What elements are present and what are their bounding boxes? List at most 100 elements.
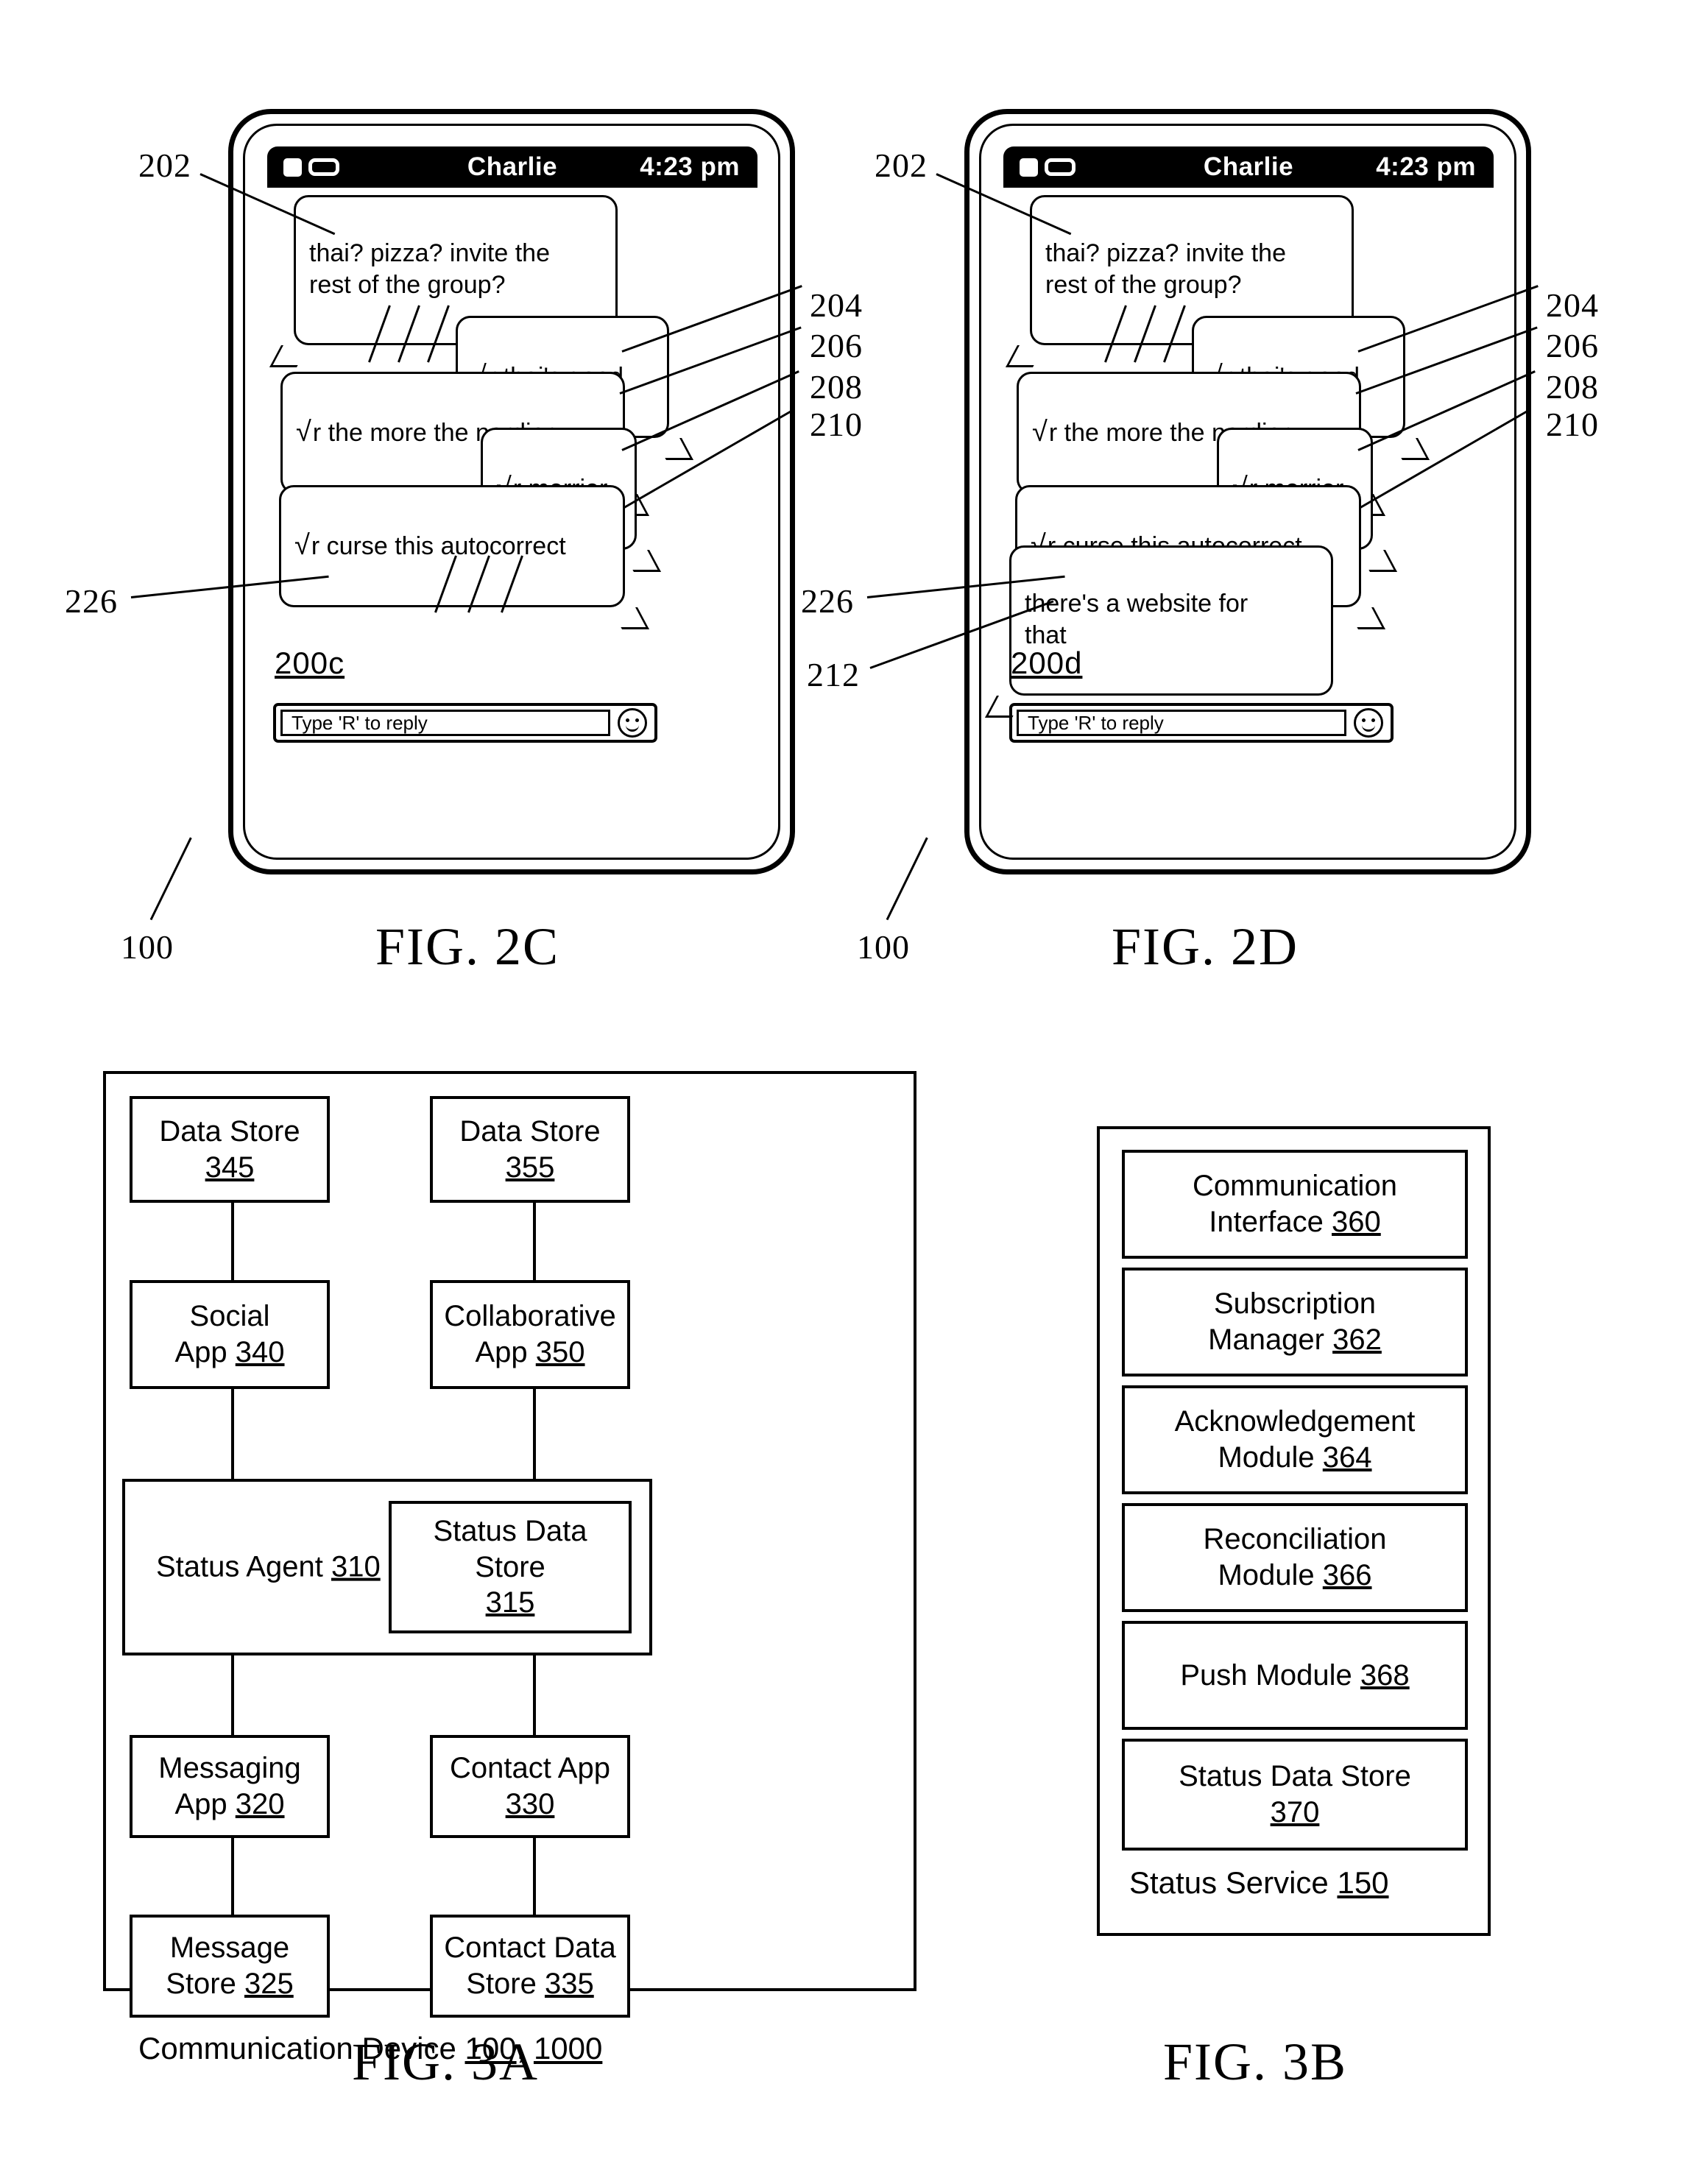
chat-thread-2d[interactable]: thai? pizza? invite the rest of the grou… bbox=[1003, 188, 1494, 831]
connector-350-310 bbox=[533, 1387, 536, 1479]
block-title: Reconciliation bbox=[1203, 1523, 1387, 1556]
status-bar-2c: Charlie 4:23 pm bbox=[267, 146, 757, 188]
ref-226-2d: 226 bbox=[801, 582, 854, 620]
block-ref: 345 bbox=[205, 1151, 255, 1184]
block-title: Contact Data bbox=[444, 1932, 616, 1965]
smiley-mouth bbox=[1362, 723, 1375, 732]
block-ref: App 350 bbox=[475, 1336, 585, 1368]
ref-210-2d: 210 bbox=[1546, 406, 1599, 443]
ref-212-2d: 212 bbox=[807, 656, 860, 693]
ref-202-2c: 202 bbox=[138, 146, 191, 184]
message-text: r curse this autocorrect bbox=[311, 531, 566, 560]
phone-screen-2c: Charlie 4:23 pm thai? pizza? invite the … bbox=[267, 146, 757, 831]
label-ref-1000: 1000 bbox=[533, 2031, 603, 2065]
ref-208-2c: 208 bbox=[810, 368, 863, 406]
block-ref: Store 335 bbox=[466, 1968, 594, 2000]
block-reconciliation-module-366[interactable]: Reconciliation Module 366 bbox=[1122, 1503, 1468, 1612]
block-title: Subscription bbox=[1213, 1287, 1377, 1321]
block-title: Contact App bbox=[450, 1752, 610, 1785]
ref-100-2d: 100 bbox=[857, 928, 910, 966]
block-title: Messaging bbox=[158, 1752, 301, 1785]
block-title: Push Module 368 bbox=[1180, 1658, 1410, 1692]
status-bar-2d: Charlie 4:23 pm bbox=[1003, 146, 1494, 188]
ref-204-2c: 204 bbox=[810, 286, 863, 324]
block-ref: Manager 362 bbox=[1208, 1324, 1382, 1356]
smiley-eye-right bbox=[635, 718, 639, 722]
block-status-data-store-370[interactable]: Status Data Store 370 bbox=[1122, 1739, 1468, 1851]
block-collaborative-app-350[interactable]: Collaborative App 350 bbox=[430, 1280, 630, 1389]
leader-line-100-2c bbox=[149, 837, 192, 921]
reply-input-2c[interactable]: Type 'R' to reply bbox=[280, 710, 610, 736]
block-title: Status Data Store bbox=[433, 1514, 587, 1583]
block-message-store-325[interactable]: Message Store 325 bbox=[130, 1915, 330, 2018]
communication-device-container-3a: Data Store 345 Data Store 355 Social App… bbox=[103, 1071, 916, 2065]
ref-208-2d: 208 bbox=[1546, 368, 1599, 406]
smiley-eye-left bbox=[1362, 718, 1366, 722]
clock-2d: 4:23 pm bbox=[1376, 152, 1476, 181]
block-social-app-340[interactable]: Social App 340 bbox=[130, 1280, 330, 1389]
connector-320-325 bbox=[231, 1836, 234, 1917]
block-ref: Module 366 bbox=[1218, 1559, 1372, 1591]
figure-caption-2c: FIG. 2C bbox=[375, 917, 560, 976]
ref-206-2c: 206 bbox=[810, 327, 863, 364]
message-bubble-210-2c[interactable]: √r curse this autocorrect bbox=[279, 485, 625, 607]
block-title: Status Data Store bbox=[1179, 1760, 1411, 1793]
status-agent-label: Status Agent 310 bbox=[156, 1550, 381, 1583]
screen-identifier-200c: 200c bbox=[275, 646, 345, 680]
block-ref: App 320 bbox=[174, 1788, 285, 1820]
block-title: Communication bbox=[1193, 1170, 1397, 1203]
reply-bar-2d[interactable]: Type 'R' to reply bbox=[1009, 703, 1394, 743]
block-contact-app-330[interactable]: Contact App 330 bbox=[430, 1735, 630, 1838]
block-ref: Module 364 bbox=[1218, 1441, 1372, 1474]
block-subscription-manager-362[interactable]: Subscription Manager 362 bbox=[1122, 1268, 1468, 1377]
block-title: Data Store bbox=[459, 1114, 601, 1148]
smiley-eye-right bbox=[1371, 718, 1375, 722]
block-title: Message bbox=[169, 1932, 290, 1965]
block-contact-data-store-335[interactable]: Contact Data Store 335 bbox=[430, 1915, 630, 2018]
block-acknowledgement-module-364[interactable]: Acknowledgement Module 364 bbox=[1122, 1385, 1468, 1494]
connector-310-320 bbox=[231, 1655, 234, 1736]
reply-input-2d[interactable]: Type 'R' to reply bbox=[1017, 710, 1346, 736]
ref-100-2c: 100 bbox=[121, 928, 174, 966]
smiley-eye-left bbox=[626, 718, 629, 722]
block-ref: App 340 bbox=[174, 1336, 285, 1368]
connector-330-335 bbox=[533, 1836, 536, 1917]
message-text: thai? pizza? invite the rest of the grou… bbox=[1045, 238, 1286, 300]
smiley-icon[interactable] bbox=[618, 708, 647, 738]
clock-2c: 4:23 pm bbox=[640, 152, 740, 181]
block-communication-interface-360[interactable]: Communication Interface 360 bbox=[1122, 1150, 1468, 1259]
label-text: Status Service bbox=[1129, 1865, 1338, 1900]
phone-screen-2d: Charlie 4:23 pm thai? pizza? invite the … bbox=[1003, 146, 1494, 831]
block-title: Acknowledgement bbox=[1174, 1405, 1416, 1438]
message-text: thai? pizza? invite the rest of the grou… bbox=[309, 238, 550, 300]
block-data-store-355[interactable]: Data Store 355 bbox=[430, 1096, 630, 1203]
block-status-agent-310[interactable]: Status Agent 310 Status Data Store 315 bbox=[122, 1479, 652, 1655]
ref-210-2c: 210 bbox=[810, 406, 863, 443]
status-service-label-3b: Status Service 150 bbox=[1129, 1865, 1389, 1901]
reply-bar-2c[interactable]: Type 'R' to reply bbox=[273, 703, 657, 743]
block-title: Collaborative bbox=[444, 1300, 616, 1333]
ref-202-2d: 202 bbox=[875, 146, 928, 184]
connector-340-310 bbox=[231, 1387, 234, 1479]
block-push-module-368[interactable]: Push Module 368 bbox=[1122, 1621, 1468, 1730]
message-text: there's a website for that bbox=[1025, 589, 1248, 650]
connector-355-350 bbox=[533, 1199, 536, 1280]
ack-checkmark-icon: √ bbox=[296, 416, 311, 448]
figure-caption-2d: FIG. 2D bbox=[1112, 917, 1299, 976]
smiley-mouth bbox=[626, 723, 639, 732]
leader-line-100-2d bbox=[886, 837, 928, 921]
smiley-icon[interactable] bbox=[1354, 708, 1383, 738]
block-status-data-store-315[interactable]: Status Data Store 315 bbox=[389, 1501, 632, 1633]
ack-checkmark-icon: √ bbox=[294, 529, 310, 561]
figure-caption-3a: FIG. 3A bbox=[352, 2032, 540, 2091]
block-title: Data Store bbox=[159, 1114, 300, 1148]
block-ref: 355 bbox=[505, 1151, 555, 1184]
chat-thread-2c[interactable]: thai? pizza? invite the rest of the grou… bbox=[267, 188, 757, 831]
status-service-container-3b: Communication Interface 360 Subscription… bbox=[1097, 1126, 1491, 1936]
block-ref: 370 bbox=[1270, 1796, 1320, 1828]
block-data-store-345[interactable]: Data Store 345 bbox=[130, 1096, 330, 1203]
ref-226-2c: 226 bbox=[65, 582, 118, 620]
connector-310-330 bbox=[533, 1655, 536, 1736]
block-messaging-app-320[interactable]: Messaging App 320 bbox=[130, 1735, 330, 1838]
ack-checkmark-icon: √ bbox=[1032, 416, 1048, 448]
